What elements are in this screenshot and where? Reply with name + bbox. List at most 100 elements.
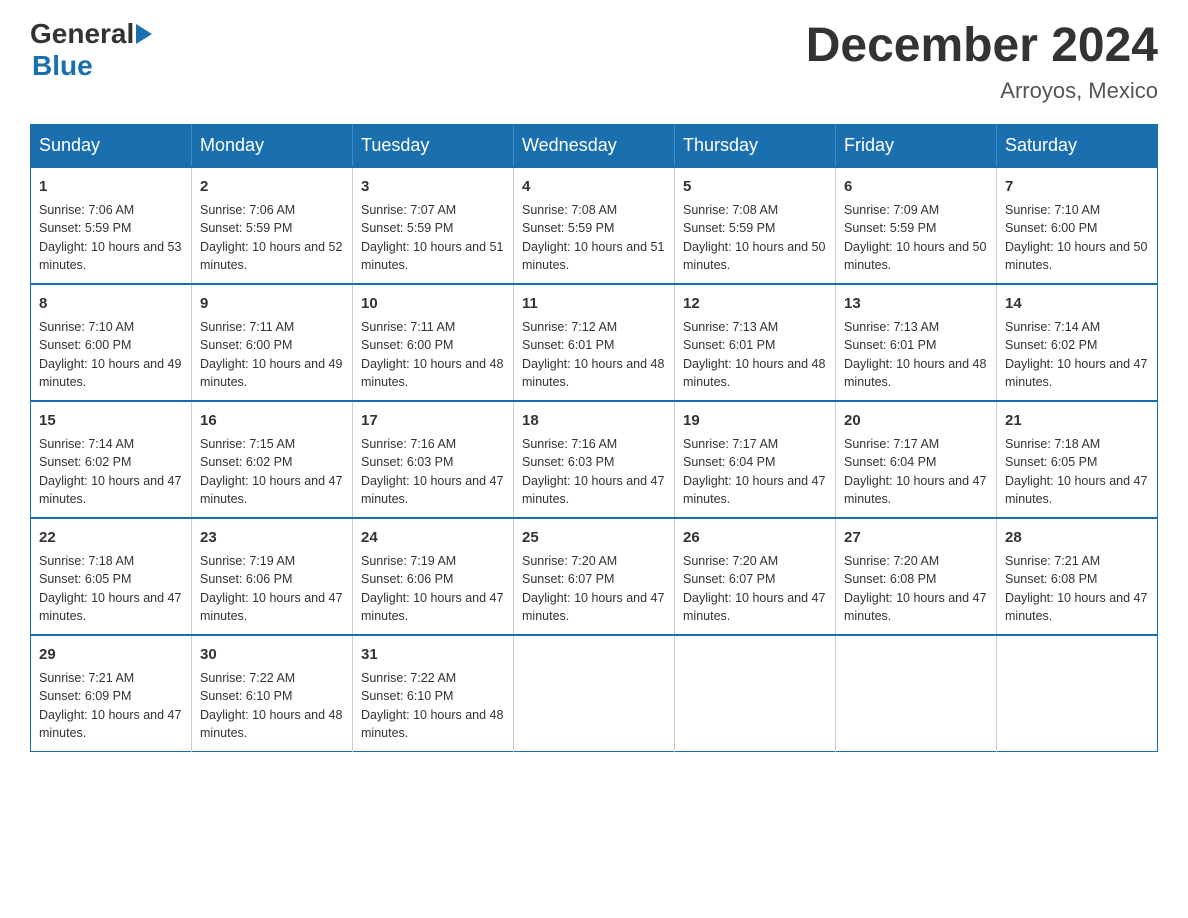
calendar-cell: 12Sunrise: 7:13 AMSunset: 6:01 PMDayligh…	[675, 284, 836, 401]
calendar-cell: 1 Sunrise: 7:06 AMSunset: 5:59 PMDaylight…	[31, 167, 192, 284]
calendar-cell: 6Sunrise: 7:09 AMSunset: 5:59 PMDaylight…	[836, 167, 997, 284]
day-number: 17	[361, 410, 505, 431]
day-info: Sunrise: 7:20 AMSunset: 6:08 PMDaylight:…	[844, 554, 986, 624]
calendar-cell	[836, 635, 997, 752]
calendar-cell: 21Sunrise: 7:18 AMSunset: 6:05 PMDayligh…	[997, 401, 1158, 518]
day-info: Sunrise: 7:11 AMSunset: 6:00 PMDaylight:…	[361, 320, 503, 390]
day-number: 31	[361, 644, 505, 665]
header-wednesday: Wednesday	[514, 124, 675, 167]
day-info: Sunrise: 7:19 AMSunset: 6:06 PMDaylight:…	[200, 554, 342, 624]
day-number: 2	[200, 176, 344, 197]
calendar-cell: 27Sunrise: 7:20 AMSunset: 6:08 PMDayligh…	[836, 518, 997, 635]
calendar-cell: 20 Sunrise: 7:17 AMSunset: 6:04 PMDayligh…	[836, 401, 997, 518]
calendar-cell: 28Sunrise: 7:21 AMSunset: 6:08 PMDayligh…	[997, 518, 1158, 635]
day-number: 10	[361, 293, 505, 314]
day-number: 6	[844, 176, 988, 197]
calendar-cell: 17 Sunrise: 7:16 AMSunset: 6:03 PMDayligh…	[353, 401, 514, 518]
day-number: 29	[39, 644, 183, 665]
day-info: Sunrise: 7:21 AMSunset: 6:08 PMDaylight:…	[1005, 554, 1147, 624]
day-number: 22	[39, 527, 183, 548]
day-info: Sunrise: 7:10 AMSunset: 6:00 PMDaylight:…	[1005, 203, 1147, 273]
header-monday: Monday	[192, 124, 353, 167]
day-info: Sunrise: 7:11 AMSunset: 6:00 PMDaylight:…	[200, 320, 342, 390]
day-info: Sunrise: 7:14 AMSunset: 6:02 PMDaylight:…	[39, 437, 181, 507]
calendar-cell: 15 Sunrise: 7:14 AMSunset: 6:02 PMDayligh…	[31, 401, 192, 518]
calendar-week-row: 22 Sunrise: 7:18 AMSunset: 6:05 PMDayligh…	[31, 518, 1158, 635]
title-area: December 2024 Arroyos, Mexico	[806, 20, 1158, 104]
day-number: 15	[39, 410, 183, 431]
day-info: Sunrise: 7:13 AMSunset: 6:01 PMDaylight:…	[683, 320, 825, 390]
day-number: 9	[200, 293, 344, 314]
day-info: Sunrise: 7:13 AMSunset: 6:01 PMDaylight:…	[844, 320, 986, 390]
calendar-cell: 23 Sunrise: 7:19 AMSunset: 6:06 PMDayligh…	[192, 518, 353, 635]
day-info: Sunrise: 7:15 AMSunset: 6:02 PMDaylight:…	[200, 437, 342, 507]
header-saturday: Saturday	[997, 124, 1158, 167]
header-friday: Friday	[836, 124, 997, 167]
day-number: 30	[200, 644, 344, 665]
day-number: 26	[683, 527, 827, 548]
calendar-cell: 9 Sunrise: 7:11 AMSunset: 6:00 PMDaylight…	[192, 284, 353, 401]
header-thursday: Thursday	[675, 124, 836, 167]
calendar-title: December 2024	[806, 20, 1158, 73]
calendar-header-row: SundayMondayTuesdayWednesdayThursdayFrid…	[31, 124, 1158, 167]
day-number: 23	[200, 527, 344, 548]
day-info: Sunrise: 7:22 AMSunset: 6:10 PMDaylight:…	[361, 671, 503, 741]
calendar-cell: 16Sunrise: 7:15 AMSunset: 6:02 PMDayligh…	[192, 401, 353, 518]
day-info: Sunrise: 7:12 AMSunset: 6:01 PMDaylight:…	[522, 320, 664, 390]
calendar-cell: 13Sunrise: 7:13 AMSunset: 6:01 PMDayligh…	[836, 284, 997, 401]
day-info: Sunrise: 7:18 AMSunset: 6:05 PMDaylight:…	[39, 554, 181, 624]
day-info: Sunrise: 7:22 AMSunset: 6:10 PMDaylight:…	[200, 671, 342, 741]
day-number: 20	[844, 410, 988, 431]
calendar-cell: 5 Sunrise: 7:08 AMSunset: 5:59 PMDaylight…	[675, 167, 836, 284]
calendar-cell: 31 Sunrise: 7:22 AMSunset: 6:10 PMDayligh…	[353, 635, 514, 752]
logo: General Blue	[30, 20, 152, 82]
day-info: Sunrise: 7:10 AMSunset: 6:00 PMDaylight:…	[39, 320, 181, 390]
day-number: 25	[522, 527, 666, 548]
calendar-cell: 30 Sunrise: 7:22 AMSunset: 6:10 PMDayligh…	[192, 635, 353, 752]
day-info: Sunrise: 7:19 AMSunset: 6:06 PMDaylight:…	[361, 554, 503, 624]
logo-blue-text: Blue	[32, 50, 93, 82]
calendar-cell: 26 Sunrise: 7:20 AMSunset: 6:07 PMDayligh…	[675, 518, 836, 635]
header: General Blue December 2024 Arroyos, Mexi…	[30, 20, 1158, 104]
day-info: Sunrise: 7:07 AMSunset: 5:59 PMDaylight:…	[361, 203, 503, 273]
day-number: 24	[361, 527, 505, 548]
logo-arrow-icon	[136, 24, 152, 44]
day-info: Sunrise: 7:06 AMSunset: 5:59 PMDaylight:…	[39, 203, 181, 273]
calendar-cell: 2 Sunrise: 7:06 AMSunset: 5:59 PMDaylight…	[192, 167, 353, 284]
calendar-cell	[514, 635, 675, 752]
calendar-cell: 4Sunrise: 7:08 AMSunset: 5:59 PMDaylight…	[514, 167, 675, 284]
calendar-cell: 22 Sunrise: 7:18 AMSunset: 6:05 PMDayligh…	[31, 518, 192, 635]
calendar-cell: 8 Sunrise: 7:10 AMSunset: 6:00 PMDaylight…	[31, 284, 192, 401]
day-number: 7	[1005, 176, 1149, 197]
day-number: 1	[39, 176, 183, 197]
day-info: Sunrise: 7:06 AMSunset: 5:59 PMDaylight:…	[200, 203, 342, 273]
day-number: 21	[1005, 410, 1149, 431]
calendar-week-row: 15 Sunrise: 7:14 AMSunset: 6:02 PMDayligh…	[31, 401, 1158, 518]
day-number: 18	[522, 410, 666, 431]
calendar-week-row: 1 Sunrise: 7:06 AMSunset: 5:59 PMDaylight…	[31, 167, 1158, 284]
header-sunday: Sunday	[31, 124, 192, 167]
day-info: Sunrise: 7:16 AMSunset: 6:03 PMDaylight:…	[522, 437, 664, 507]
day-info: Sunrise: 7:17 AMSunset: 6:04 PMDaylight:…	[844, 437, 986, 507]
day-info: Sunrise: 7:08 AMSunset: 5:59 PMDaylight:…	[683, 203, 825, 273]
calendar-cell: 3 Sunrise: 7:07 AMSunset: 5:59 PMDaylight…	[353, 167, 514, 284]
calendar-cell: 24 Sunrise: 7:19 AMSunset: 6:06 PMDayligh…	[353, 518, 514, 635]
calendar-cell: 7 Sunrise: 7:10 AMSunset: 6:00 PMDaylight…	[997, 167, 1158, 284]
day-info: Sunrise: 7:14 AMSunset: 6:02 PMDaylight:…	[1005, 320, 1147, 390]
calendar-subtitle: Arroyos, Mexico	[806, 78, 1158, 104]
day-number: 3	[361, 176, 505, 197]
calendar-cell: 18 Sunrise: 7:16 AMSunset: 6:03 PMDayligh…	[514, 401, 675, 518]
day-info: Sunrise: 7:17 AMSunset: 6:04 PMDaylight:…	[683, 437, 825, 507]
day-number: 19	[683, 410, 827, 431]
calendar-week-row: 29 Sunrise: 7:21 AMSunset: 6:09 PMDayligh…	[31, 635, 1158, 752]
calendar-week-row: 8 Sunrise: 7:10 AMSunset: 6:00 PMDaylight…	[31, 284, 1158, 401]
day-info: Sunrise: 7:21 AMSunset: 6:09 PMDaylight:…	[39, 671, 181, 741]
calendar-cell: 29 Sunrise: 7:21 AMSunset: 6:09 PMDayligh…	[31, 635, 192, 752]
day-info: Sunrise: 7:20 AMSunset: 6:07 PMDaylight:…	[522, 554, 664, 624]
day-info: Sunrise: 7:16 AMSunset: 6:03 PMDaylight:…	[361, 437, 503, 507]
day-info: Sunrise: 7:20 AMSunset: 6:07 PMDaylight:…	[683, 554, 825, 624]
calendar-cell	[675, 635, 836, 752]
day-number: 8	[39, 293, 183, 314]
day-number: 5	[683, 176, 827, 197]
day-number: 14	[1005, 293, 1149, 314]
